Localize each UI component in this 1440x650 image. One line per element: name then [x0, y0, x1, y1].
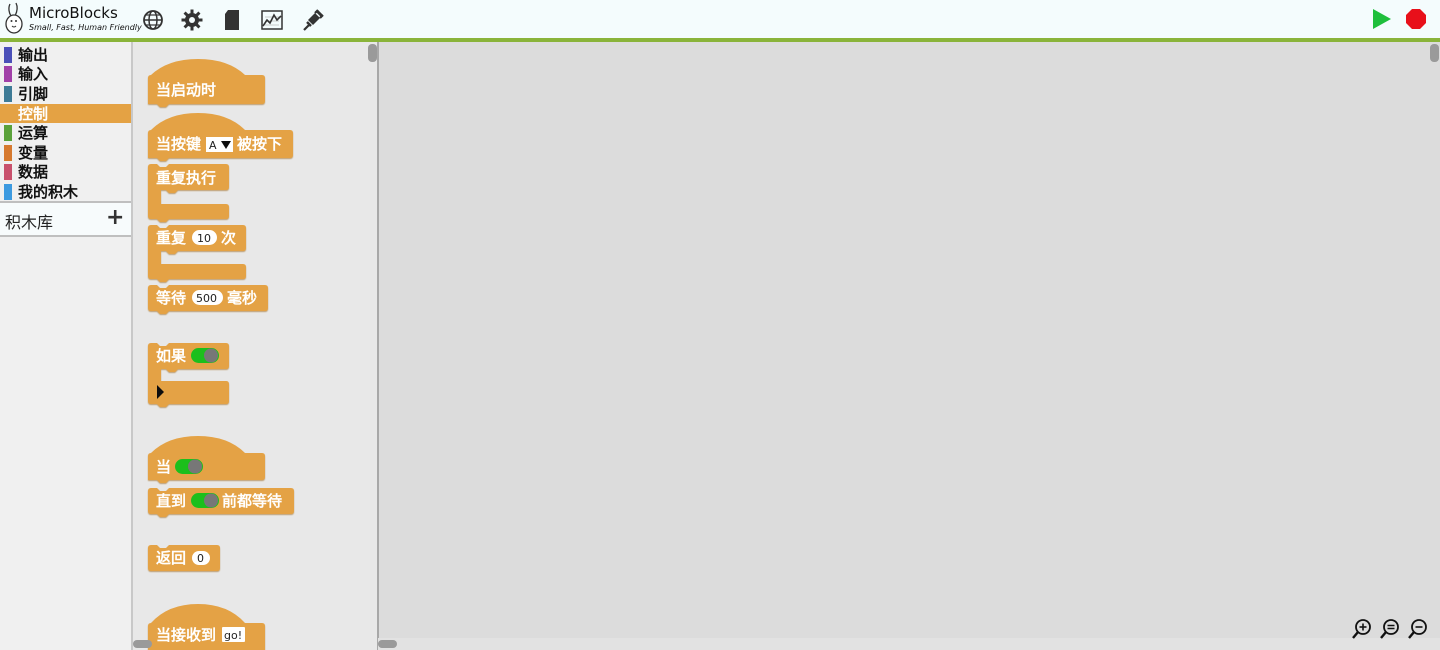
category-sidebar: 输出 输入 引脚 控制 运算 变量 数据 我的积木 积木库 +: [0, 42, 133, 650]
library-label: 积木库: [5, 213, 54, 232]
block-label: 重复: [156, 229, 187, 247]
return-block[interactable]: 返回 0: [148, 545, 220, 571]
block-label: 等待: [156, 289, 186, 307]
category-color-swatch: [4, 184, 12, 200]
workspace-vertical-scrollbar[interactable]: [1430, 44, 1439, 62]
if-block[interactable]: 如果: [148, 343, 229, 407]
palette-vertical-scrollbar[interactable]: [368, 44, 377, 62]
usb-plug-icon[interactable]: [301, 8, 325, 32]
category-label: 输入: [18, 65, 49, 83]
block-label: 当: [156, 458, 171, 476]
category-variables[interactable]: 变量: [0, 143, 131, 162]
category-label: 引脚: [18, 85, 49, 103]
toggle-knob: [204, 348, 218, 363]
category-color-swatch: [4, 86, 12, 102]
block-label: 前都等待: [222, 492, 282, 510]
category-label: 控制: [18, 105, 49, 123]
zoom-out-icon[interactable]: [1407, 618, 1429, 640]
block-label: 如果: [156, 347, 187, 365]
block-label: 被按下: [237, 135, 282, 153]
block-label: 重复执行: [156, 169, 216, 187]
library-header: 积木库 +: [0, 201, 131, 237]
category-color-swatch: [4, 145, 12, 161]
category-color-swatch: [4, 164, 12, 180]
block-label: 当按键: [156, 135, 201, 153]
palette-horizontal-scrollbar[interactable]: [133, 640, 152, 648]
green-play-icon[interactable]: [1369, 7, 1393, 31]
category-color-swatch: [4, 125, 12, 141]
return-value: 0: [197, 552, 204, 565]
block-label: 当启动时: [156, 81, 216, 99]
category-label: 我的积木: [18, 183, 79, 201]
workspace-horizontal-track: [378, 638, 1440, 650]
toggle-knob: [204, 493, 218, 508]
block-label: 毫秒: [227, 289, 257, 307]
category-input[interactable]: 输入: [0, 64, 131, 83]
gear-icon[interactable]: [180, 8, 204, 32]
toggle-knob: [188, 459, 202, 474]
repeat-count-value: 10: [197, 232, 211, 245]
wait-until-block[interactable]: 直到 前都等待: [148, 488, 294, 517]
category-operators[interactable]: 运算: [0, 123, 131, 142]
block-label: 当接收到: [156, 626, 216, 644]
forever-block[interactable]: 重复执行: [148, 164, 229, 222]
block-label: 直到: [156, 492, 186, 510]
zoom-in-icon[interactable]: [1351, 618, 1373, 640]
block-palette: 当启动时 当按键 A 被按下 重复执行 重复 10 次 等待 500 毫秒 如果…: [133, 42, 379, 650]
graph-icon[interactable]: [260, 8, 284, 32]
workspace-horizontal-scrollbar[interactable]: [378, 640, 397, 648]
wait-millis-block[interactable]: 等待 500 毫秒: [148, 285, 268, 314]
block-label: 次: [221, 229, 236, 247]
zoom-reset-icon[interactable]: [1379, 618, 1401, 640]
app-name: MicroBlocks: [29, 4, 118, 22]
app-tagline: Small, Fast, Human Friendly: [29, 23, 142, 32]
when-receive-block[interactable]: 当接收到 go!: [148, 604, 265, 650]
category-label: 变量: [18, 144, 49, 162]
add-library-button[interactable]: +: [106, 205, 124, 230]
category-color-swatch: [4, 47, 12, 63]
category-my-blocks[interactable]: 我的积木: [0, 182, 131, 201]
category-control[interactable]: 控制: [0, 104, 131, 123]
repeat-block[interactable]: 重复 10 次: [148, 225, 246, 282]
category-label: 运算: [18, 124, 49, 142]
message-value: go!: [224, 629, 242, 642]
category-output[interactable]: 输出: [0, 45, 131, 64]
when-started-block[interactable]: 当启动时: [148, 59, 265, 107]
rabbit-logo-icon: [5, 2, 23, 34]
when-button-pressed-block[interactable]: 当按键 A 被按下: [148, 113, 293, 161]
key-value: A: [209, 139, 217, 152]
category-color-swatch: [4, 66, 12, 82]
block-label: 返回: [156, 549, 186, 567]
category-data[interactable]: 数据: [0, 162, 131, 181]
red-stop-icon[interactable]: [1404, 7, 1428, 31]
category-label: 数据: [18, 163, 49, 181]
category-pins[interactable]: 引脚: [0, 84, 131, 103]
when-condition-block[interactable]: 当: [148, 436, 265, 483]
category-label: 输出: [18, 46, 49, 64]
globe-icon[interactable]: [141, 8, 165, 32]
top-toolbar: MicroBlocks Small, Fast, Human Friendly: [0, 0, 1440, 38]
wait-ms-value: 500: [196, 292, 217, 305]
file-icon[interactable]: [220, 8, 244, 32]
